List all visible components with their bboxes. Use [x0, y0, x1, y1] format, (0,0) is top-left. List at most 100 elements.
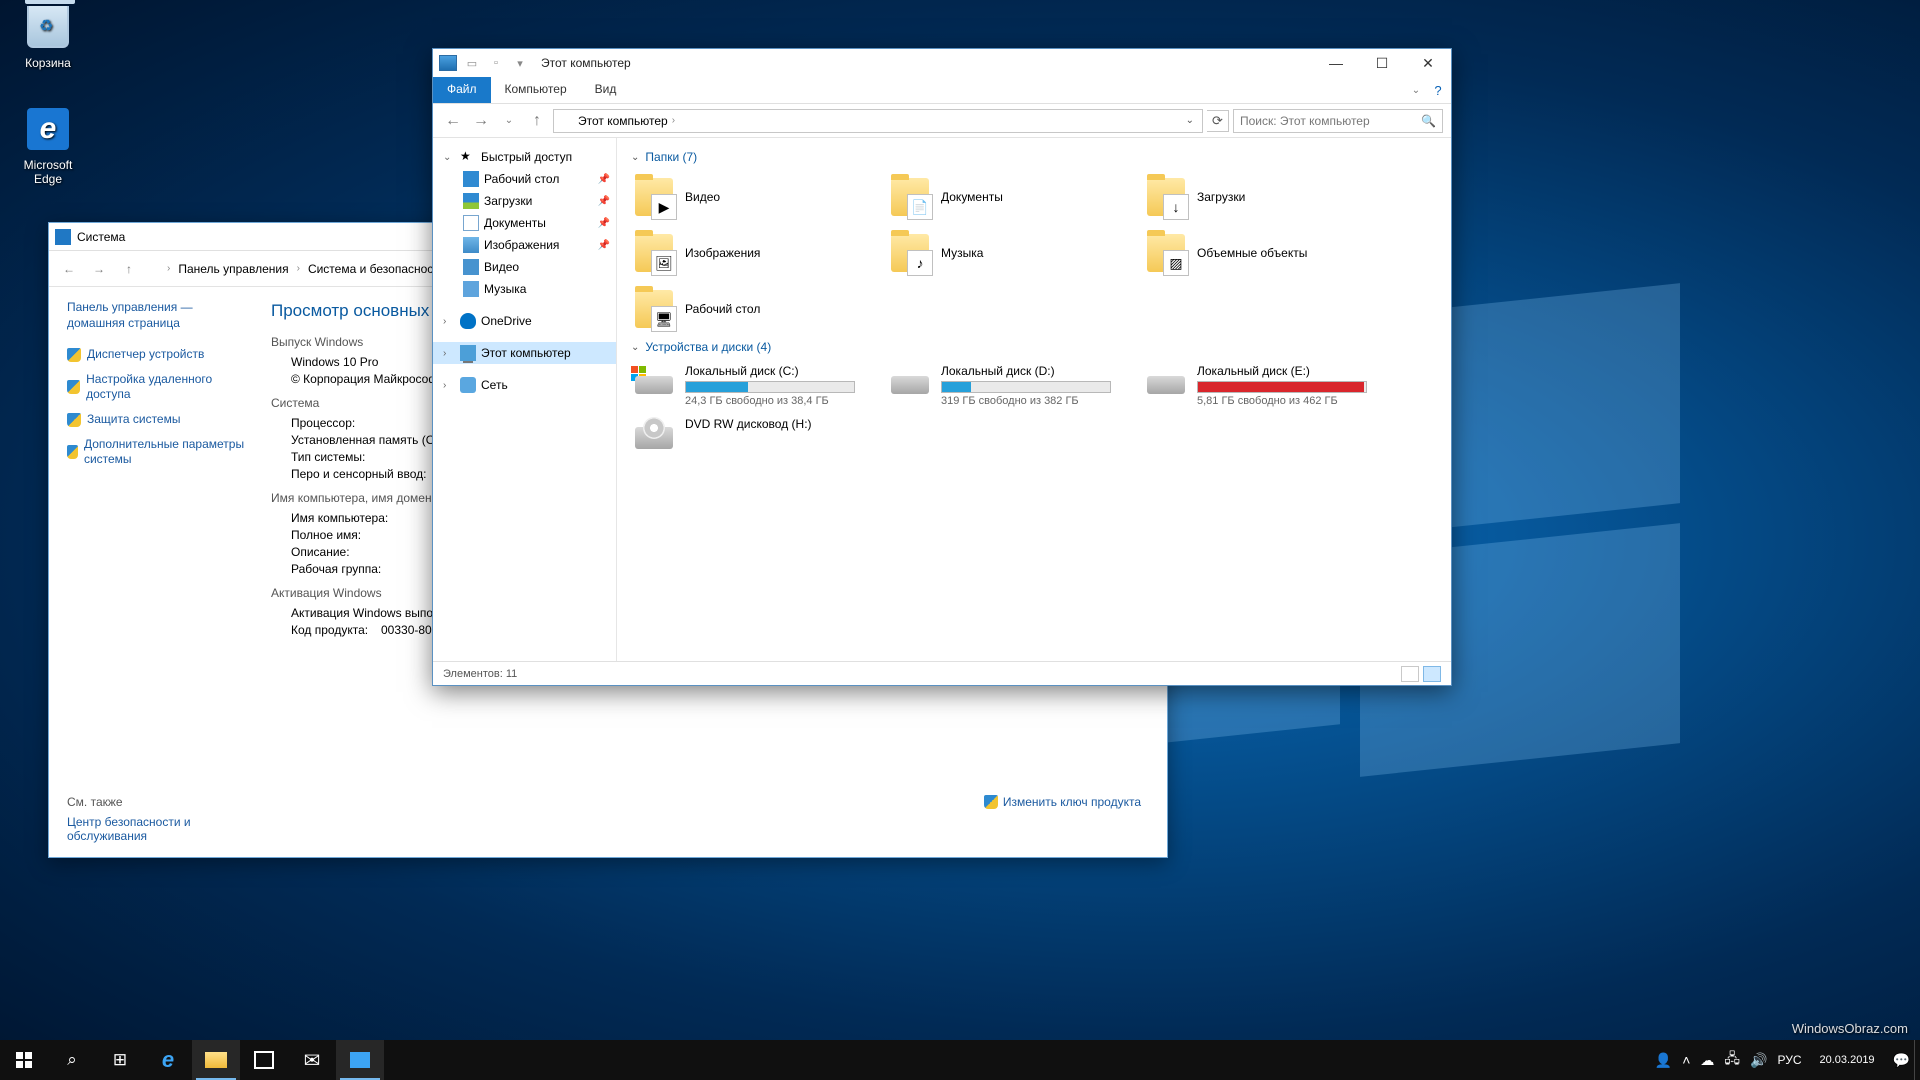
tray-overflow-button[interactable]: ˄	[1682, 1052, 1690, 1068]
folder-item[interactable]: ↓Загрузки	[1143, 172, 1383, 222]
close-button[interactable]: ✕	[1405, 49, 1451, 77]
desktop-icon-edge[interactable]: e Microsoft Edge	[10, 108, 86, 186]
address-dropdown[interactable]: ⌄	[1182, 115, 1198, 126]
drive-item-dvd[interactable]: DVD RW дисковод (H:)	[631, 415, 871, 461]
network-tray-icon[interactable]: 🖧	[1724, 1048, 1740, 1072]
tree-this-pc[interactable]: ›Этот компьютер	[433, 342, 616, 364]
qat-properties-button[interactable]: ▭	[461, 52, 483, 74]
action-center-button[interactable]: 💬	[1893, 1052, 1910, 1069]
sidebar: Панель управления — домашняя страница Ди…	[49, 287, 249, 857]
view-tiles-button[interactable]	[1423, 666, 1441, 682]
breadcrumb[interactable]: Система и безопасность	[304, 260, 449, 278]
file-explorer-window[interactable]: ▭ ▫ ▾ Этот компьютер — ☐ ✕ Файл Компьюте…	[432, 48, 1452, 686]
refresh-button[interactable]: ⟳	[1207, 110, 1229, 132]
search-icon: 🔍	[1421, 114, 1436, 128]
content-pane[interactable]: ⌄Папки (7) ▶Видео 📄Документы ↓Загрузки 🖼Изо…	[617, 138, 1451, 661]
up-button[interactable]: ↑	[525, 109, 549, 133]
show-desktop-button[interactable]	[1914, 1040, 1920, 1080]
item-count: Элементов: 11	[443, 668, 517, 680]
task-view-button[interactable]: ⊞	[96, 1040, 144, 1080]
this-pc-icon	[460, 345, 476, 361]
edge-icon: e	[27, 108, 69, 150]
dvd-drive-icon	[633, 417, 675, 459]
onedrive-tray-icon[interactable]: ☁	[1700, 1052, 1714, 1069]
up-button[interactable]: ↑	[117, 257, 141, 281]
tree-quick-access[interactable]: ⌄★Быстрый доступ	[433, 146, 616, 168]
shield-icon	[67, 445, 78, 459]
computer-icon	[55, 229, 71, 245]
folder-item[interactable]: ♪Музыка	[887, 228, 1127, 278]
taskbar-settings[interactable]	[336, 1040, 384, 1080]
tree-item-documents[interactable]: Документы📌	[433, 212, 616, 234]
desktop-icon-recycle-bin[interactable]: ♻ Корзина	[10, 6, 86, 70]
taskbar-edge[interactable]: e	[144, 1040, 192, 1080]
clock[interactable]: 20.03.2019	[1812, 1053, 1883, 1067]
forward-button[interactable]: →	[87, 257, 111, 281]
drive-free-space: 24,3 ГБ свободно из 38,4 ГБ	[685, 395, 855, 407]
drive-item[interactable]: Локальный диск (D:)319 ГБ свободно из 38…	[887, 362, 1127, 409]
control-panel-home-link[interactable]: Панель управления — домашняя страница	[67, 299, 249, 331]
sidebar-link-system-protection[interactable]: Защита системы	[67, 412, 249, 427]
folder-label: Документы	[941, 190, 1003, 204]
language-indicator[interactable]: РУС	[1777, 1053, 1801, 1067]
see-also-header: См. также	[67, 795, 207, 809]
drive-name: Локальный диск (C:)	[685, 364, 855, 378]
folder-item[interactable]: ▶Видео	[631, 172, 871, 222]
tree-item-music[interactable]: Музыка	[433, 278, 616, 300]
breadcrumb[interactable]: Панель управления	[174, 260, 292, 278]
ribbon-expand-button[interactable]: ⌄	[1407, 77, 1425, 103]
sidebar-link-device-manager[interactable]: Диспетчер устройств	[67, 347, 249, 362]
back-button[interactable]: ←	[441, 109, 465, 133]
view-details-button[interactable]	[1401, 666, 1419, 682]
taskbar-mail[interactable]: ✉	[288, 1040, 336, 1080]
search-input[interactable]: Поиск: Этот компьютер 🔍	[1233, 109, 1443, 133]
folder-item[interactable]: ▨Объемные объекты	[1143, 228, 1383, 278]
history-dropdown[interactable]: ⌄	[497, 109, 521, 133]
maximize-button[interactable]: ☐	[1359, 49, 1405, 77]
music-icon	[463, 281, 479, 297]
tree-item-desktop[interactable]: Рабочий стол📌	[433, 168, 616, 190]
shield-icon	[67, 413, 81, 427]
back-button[interactable]: ←	[57, 257, 81, 281]
group-header-devices[interactable]: ⌄Устройства и диски (4)	[631, 340, 1437, 354]
group-header-folders[interactable]: ⌄Папки (7)	[631, 150, 1437, 164]
taskbar[interactable]: ⌕ ⊞ e ✉ 👤 ˄ ☁ 🖧 🔊 РУС 20.03.2019 💬	[0, 1040, 1920, 1080]
qat-dropdown[interactable]: ▾	[509, 52, 531, 74]
drive-item[interactable]: Локальный диск (E:)5,81 ГБ свободно из 4…	[1143, 362, 1383, 409]
folder-item[interactable]: 🖥Рабочий стол	[631, 284, 871, 334]
navigation-tree[interactable]: ⌄★Быстрый доступ Рабочий стол📌 Загрузки📌…	[433, 138, 617, 661]
tree-item-downloads[interactable]: Загрузки📌	[433, 190, 616, 212]
taskbar-file-explorer[interactable]	[192, 1040, 240, 1080]
help-button[interactable]: ?	[1425, 77, 1451, 103]
security-center-link[interactable]: Центр безопасности и обслуживания	[67, 815, 207, 843]
address-bar[interactable]: Этот компьютер › ⌄	[553, 109, 1203, 133]
people-icon[interactable]: 👤	[1655, 1052, 1672, 1069]
ribbon: Файл Компьютер Вид ⌄ ?	[433, 77, 1451, 104]
pin-icon: 📌	[598, 174, 610, 185]
tree-network[interactable]: ›Сеть	[433, 374, 616, 396]
tree-item-pictures[interactable]: Изображения📌	[433, 234, 616, 256]
tree-onedrive[interactable]: ›OneDrive	[433, 310, 616, 332]
qat-new-folder-button[interactable]: ▫	[485, 52, 507, 74]
minimize-button[interactable]: —	[1313, 49, 1359, 77]
window-titlebar[interactable]: ▭ ▫ ▾ Этот компьютер — ☐ ✕	[433, 49, 1451, 77]
search-button[interactable]: ⌕	[48, 1040, 96, 1080]
sidebar-link-advanced-settings[interactable]: Дополнительные параметры системы	[67, 437, 249, 467]
taskbar-store[interactable]	[240, 1040, 288, 1080]
folder-label: Объемные объекты	[1197, 246, 1307, 260]
address-crumb[interactable]: Этот компьютер	[578, 114, 668, 128]
start-button[interactable]	[0, 1040, 48, 1080]
volume-tray-icon[interactable]: 🔊	[1750, 1052, 1767, 1069]
folder-item[interactable]: 📄Документы	[887, 172, 1127, 222]
pin-icon: 📌	[598, 240, 610, 251]
change-product-key-link[interactable]: Изменить ключ продукта	[984, 795, 1141, 809]
folder-icon: ♪	[889, 232, 931, 274]
tree-item-videos[interactable]: Видео	[433, 256, 616, 278]
drive-item[interactable]: Локальный диск (C:) 24,3 ГБ свободно из 3…	[631, 362, 871, 409]
ribbon-tab-view[interactable]: Вид	[581, 77, 631, 103]
sidebar-link-remote-settings[interactable]: Настройка удаленного доступа	[67, 372, 249, 402]
ribbon-tab-file[interactable]: Файл	[433, 77, 491, 103]
forward-button[interactable]: →	[469, 109, 493, 133]
ribbon-tab-computer[interactable]: Компьютер	[491, 77, 581, 103]
folder-item[interactable]: 🖼Изображения	[631, 228, 871, 278]
